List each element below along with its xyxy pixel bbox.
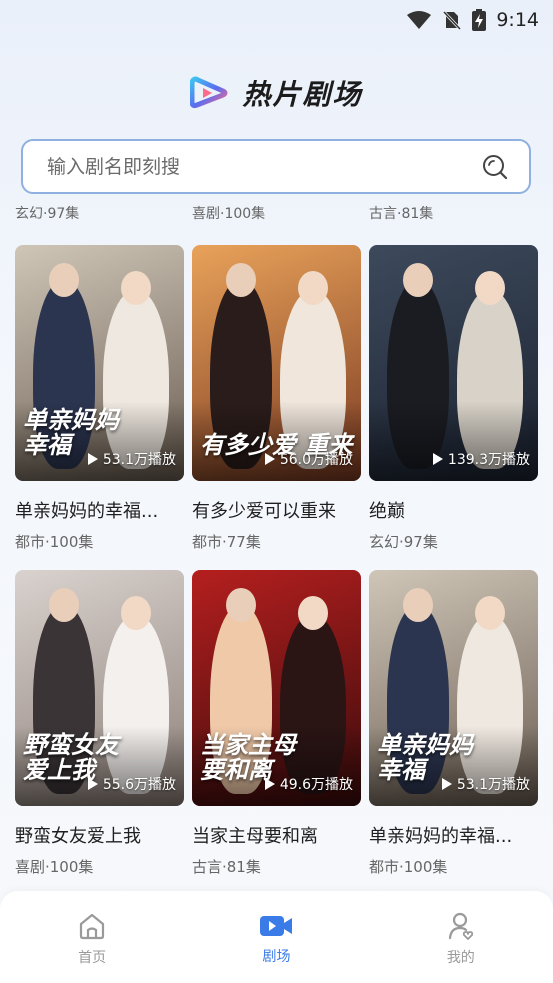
list-item-meta: 玄幻·97集 xyxy=(15,206,80,222)
search-bar[interactable] xyxy=(21,139,531,194)
poster-shade xyxy=(369,401,538,481)
drama-meta: 都市·77集 xyxy=(192,533,261,551)
drama-title[interactable]: 当家主母要和离 xyxy=(192,822,361,848)
drama-poster[interactable]: 有多少爱 重来 56.0万播放 xyxy=(192,245,361,481)
tab-theater-label: 剧场 xyxy=(262,949,291,965)
wifi-icon xyxy=(407,11,432,29)
theater-page: 9:14 热片剧场 玄幻·97集 喜剧·100集 古言·8 xyxy=(0,0,553,983)
poster-face xyxy=(298,271,328,305)
drama-card[interactable]: 当家主母 要和离 49.6万播放当家主母要和离古言·81集 xyxy=(192,570,361,895)
status-time: 9:14 xyxy=(496,9,539,31)
drama-meta: 玄幻·97集 xyxy=(369,533,438,551)
play-count-text: 56.0万播放 xyxy=(279,452,353,468)
play-count-text: 49.6万播放 xyxy=(279,777,353,793)
drama-poster[interactable]: 野蛮女友 爱上我 55.6万播放 xyxy=(15,570,184,806)
poster-face xyxy=(475,271,505,305)
drama-title[interactable]: 单亲妈妈的幸福... xyxy=(369,822,538,848)
drama-meta: 喜剧·100集 xyxy=(15,858,94,876)
search-input[interactable] xyxy=(47,155,481,178)
poster-face xyxy=(226,263,256,297)
play-count: 53.1万播放 xyxy=(87,449,176,469)
drama-card[interactable]: 野蛮女友 爱上我 55.6万播放野蛮女友爱上我喜剧·100集 xyxy=(15,570,184,895)
poster-face xyxy=(121,596,151,630)
battery-charging-icon xyxy=(472,9,487,31)
page-title: 热片剧场 xyxy=(242,78,363,111)
poster-face xyxy=(121,271,151,305)
drama-title[interactable]: 野蛮女友爱上我 xyxy=(15,822,184,848)
drama-poster[interactable]: 139.3万播放 xyxy=(369,245,538,481)
play-count: 49.6万播放 xyxy=(264,774,353,794)
play-count: 139.3万播放 xyxy=(432,449,530,469)
drama-card[interactable]: 有多少爱 重来 56.0万播放有多少爱可以重来都市·77集 xyxy=(192,245,361,570)
play-count: 56.0万播放 xyxy=(264,449,353,469)
play-icon xyxy=(432,453,443,465)
drama-meta: 古言·81集 xyxy=(192,858,261,876)
drama-title[interactable]: 单亲妈妈的幸福... xyxy=(15,497,184,523)
play-count-text: 55.6万播放 xyxy=(102,777,176,793)
no-sim-icon xyxy=(443,10,462,30)
tab-profile-label: 我的 xyxy=(446,950,475,966)
app-header: 热片剧场 xyxy=(0,70,553,116)
drama-poster[interactable]: 当家主母 要和离 49.6万播放 xyxy=(192,570,361,806)
play-icon xyxy=(264,778,275,790)
tab-profile[interactable]: 我的 xyxy=(401,911,521,967)
drama-grid: 单亲妈妈 幸福 53.1万播放 单亲妈妈的幸福... 都市·100集 有多少爱 重来 56… xyxy=(15,245,538,895)
play-count-text: 139.3万播放 xyxy=(447,452,530,468)
drama-card[interactable]: 139.3万播放绝巅玄幻·97集 xyxy=(369,245,538,570)
drama-card[interactable]: 单亲妈妈 幸福 53.1万播放单亲妈妈的幸福... 都市·100集 xyxy=(15,245,184,570)
tab-theater[interactable]: 剧场 xyxy=(216,912,336,966)
profile-icon xyxy=(448,912,473,940)
bottom-nav: 首页 剧场 我的 xyxy=(0,891,553,983)
tab-home-label: 首页 xyxy=(78,950,107,966)
list-item-meta: 古言·81集 xyxy=(369,206,434,222)
play-count-text: 53.1万播放 xyxy=(102,452,176,468)
tab-home[interactable]: 首页 xyxy=(32,911,152,967)
partial-row: 玄幻·97集 喜剧·100集 古言·81集 xyxy=(0,203,553,225)
play-icon xyxy=(441,778,452,790)
status-bar: 9:14 xyxy=(0,0,553,40)
search-icon[interactable] xyxy=(481,153,509,181)
poster-face xyxy=(403,588,433,622)
drama-title[interactable]: 绝巅 xyxy=(369,497,538,523)
play-count: 55.6万播放 xyxy=(87,774,176,794)
play-count: 53.1万播放 xyxy=(441,774,530,794)
drama-meta: 都市·100集 xyxy=(15,533,94,551)
play-icon xyxy=(87,778,98,790)
poster-face xyxy=(298,596,328,630)
drama-poster[interactable]: 单亲妈妈 幸福 53.1万播放 xyxy=(369,570,538,806)
play-icon xyxy=(264,453,275,465)
drama-card[interactable]: 单亲妈妈 幸福 53.1万播放单亲妈妈的幸福... 都市·100集 xyxy=(369,570,538,895)
play-count-text: 53.1万播放 xyxy=(456,777,530,793)
app-logo-icon xyxy=(190,76,228,109)
drama-poster[interactable]: 单亲妈妈 幸福 53.1万播放 xyxy=(15,245,184,481)
play-icon xyxy=(87,453,98,465)
list-item-meta: 喜剧·100集 xyxy=(192,206,266,222)
poster-face xyxy=(49,263,79,297)
drama-title[interactable]: 有多少爱可以重来 xyxy=(192,497,361,523)
theater-icon xyxy=(260,916,293,936)
poster-face xyxy=(226,588,256,622)
drama-meta: 都市·100集 xyxy=(369,858,448,876)
poster-face xyxy=(475,596,505,630)
home-icon xyxy=(80,913,105,940)
poster-face xyxy=(403,263,433,297)
poster-face xyxy=(49,588,79,622)
